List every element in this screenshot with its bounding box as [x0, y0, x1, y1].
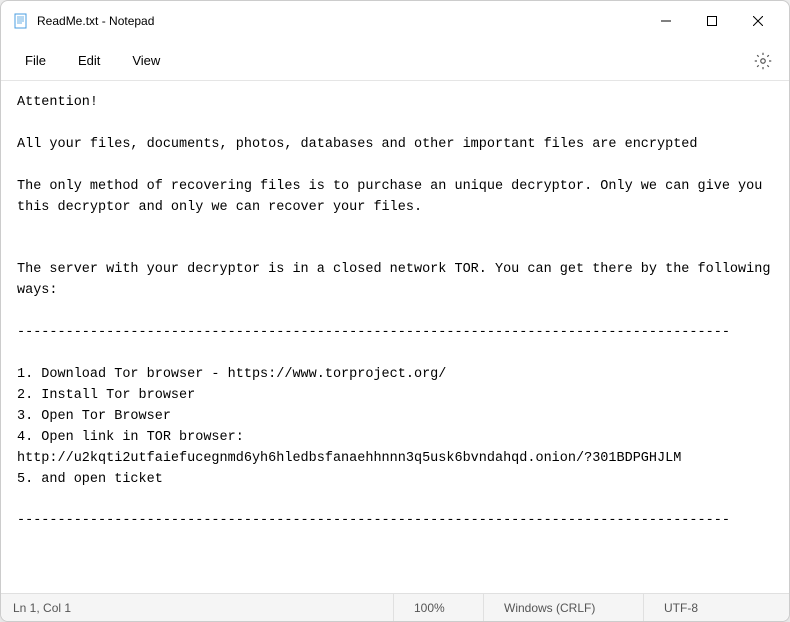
maximize-button[interactable]: [689, 5, 735, 37]
minimize-icon: [661, 16, 671, 26]
settings-button[interactable]: [745, 43, 781, 79]
titlebar[interactable]: ReadMe.txt - Notepad: [1, 1, 789, 41]
status-position: Ln 1, Col 1: [13, 601, 393, 615]
minimize-button[interactable]: [643, 5, 689, 37]
maximize-icon: [707, 16, 717, 26]
status-zoom: 100%: [393, 594, 483, 621]
status-line-ending: Windows (CRLF): [483, 594, 643, 621]
menu-edit[interactable]: Edit: [62, 47, 116, 74]
notepad-window: ReadMe.txt - Notepad File Edit View Atte…: [0, 0, 790, 622]
statusbar: Ln 1, Col 1 100% Windows (CRLF) UTF-8: [1, 593, 789, 621]
close-button[interactable]: [735, 5, 781, 37]
notepad-icon: [13, 13, 29, 29]
close-icon: [753, 16, 763, 26]
status-encoding: UTF-8: [643, 594, 777, 621]
menu-view[interactable]: View: [116, 47, 176, 74]
window-controls: [643, 5, 781, 37]
menu-file[interactable]: File: [9, 47, 62, 74]
menubar: File Edit View: [1, 41, 789, 81]
text-area[interactable]: Attention! All your files, documents, ph…: [1, 81, 789, 593]
gear-icon: [754, 52, 772, 70]
window-title: ReadMe.txt - Notepad: [37, 14, 643, 28]
